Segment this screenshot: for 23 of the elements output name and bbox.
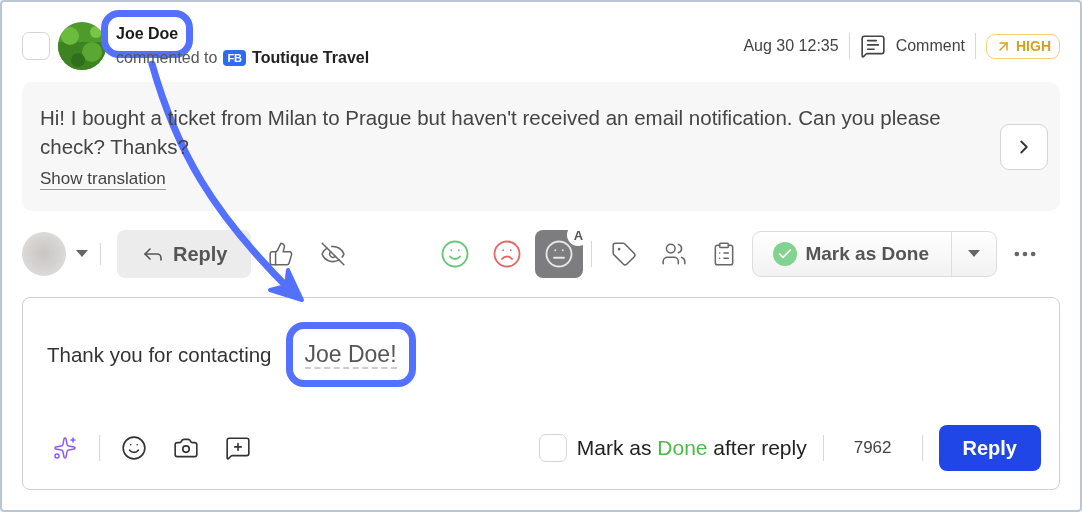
name-variable: Joe Doe! (304, 341, 397, 369)
page-name: Toutique Travel (252, 49, 370, 67)
smiling-face-icon (440, 239, 471, 269)
caret-icon[interactable] (76, 250, 88, 258)
reply-editor[interactable]: Thank you for contacting Joe Doe! Mark as Done after reply 7962 Reply (22, 297, 1060, 490)
select-checkbox[interactable] (22, 32, 50, 60)
timestamp: Aug 30 12:35 (743, 37, 839, 55)
frowning-face-icon (492, 239, 523, 269)
channel-badge: FB (223, 50, 247, 66)
check-icon (773, 242, 798, 266)
message-type: Comment (895, 37, 965, 55)
comment-icon (859, 33, 886, 59)
mark-done-checkbox[interactable] (538, 434, 567, 462)
priority-badge: HIGH (986, 33, 1060, 59)
mark-done-label: Mark as Done after reply (576, 436, 807, 460)
author-name: Joe Doe (116, 25, 179, 42)
neutral-face-icon (544, 239, 575, 269)
reply-button[interactable]: Reply (117, 230, 252, 278)
translation-link[interactable]: Show translation (40, 169, 166, 190)
reply-text: Thank you for contacting (47, 342, 272, 367)
caret-icon (968, 250, 980, 258)
send-reply-button[interactable]: Reply (938, 425, 1041, 471)
character-counter: 7962 (852, 438, 893, 458)
